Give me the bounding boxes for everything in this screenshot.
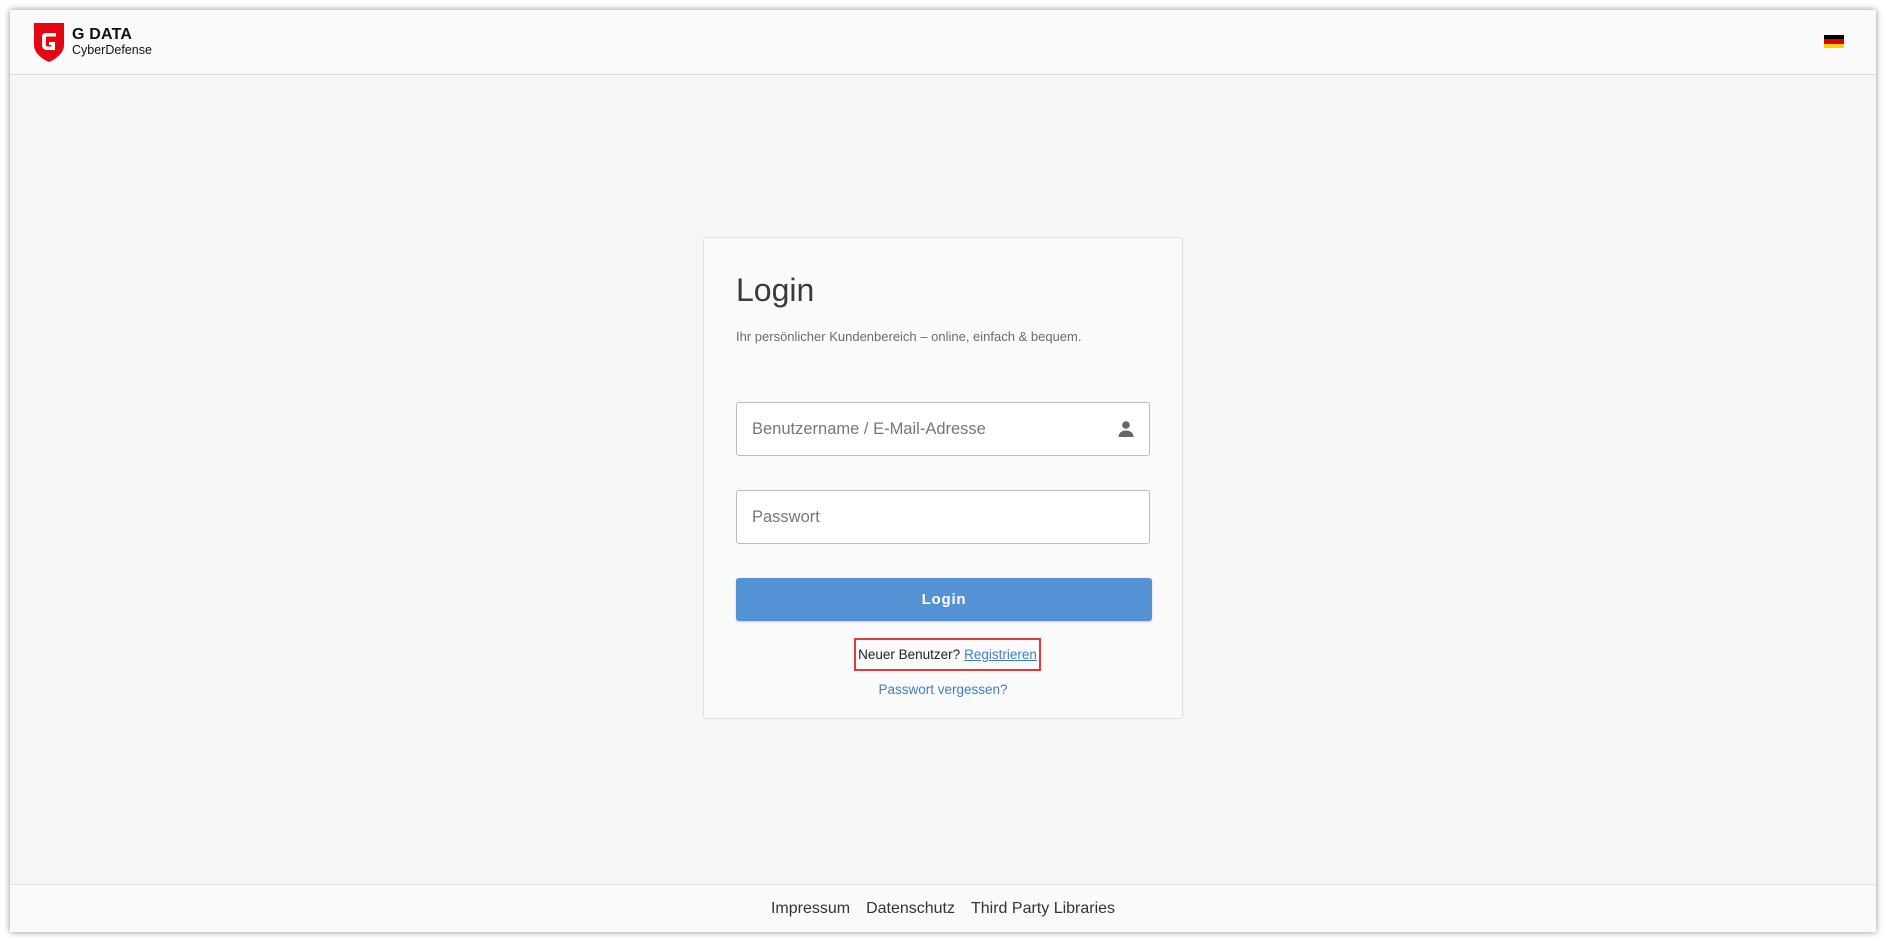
top-header: G DATA CyberDefense <box>10 10 1876 75</box>
brand-subtitle: CyberDefense <box>72 42 152 57</box>
register-prompt: Neuer Benutzer? Registrieren <box>854 638 1041 671</box>
footer-link-impressum[interactable]: Impressum <box>771 900 850 918</box>
footer-link-datenschutz[interactable]: Datenschutz <box>866 900 955 918</box>
password-input[interactable] <box>737 491 1149 543</box>
shield-logo-icon <box>32 21 66 63</box>
brand-name: G DATA <box>72 26 133 44</box>
login-button[interactable]: Login <box>736 578 1152 621</box>
user-icon <box>1117 420 1135 438</box>
footer-link-third-party-libraries[interactable]: Third Party Libraries <box>971 900 1115 918</box>
forgot-password-row: Passwort vergessen? <box>704 682 1182 697</box>
login-subtitle: Ihr persönlicher Kundenbereich – online,… <box>736 329 1082 344</box>
gdata-logo[interactable]: G DATA CyberDefense <box>32 20 152 64</box>
browser-viewport: G DATA CyberDefense Login Ihr persönlich… <box>10 10 1876 932</box>
german-flag-icon[interactable] <box>1824 35 1844 48</box>
new-user-text: Neuer Benutzer? <box>858 647 961 662</box>
forgot-password-link[interactable]: Passwort vergessen? <box>878 682 1007 697</box>
username-input[interactable] <box>737 403 1149 455</box>
login-card: Login Ihr persönlicher Kundenbereich – o… <box>703 237 1183 719</box>
page-footer: Impressum Datenschutz Third Party Librar… <box>10 884 1876 932</box>
register-link[interactable]: Registrieren <box>964 647 1037 662</box>
password-field <box>736 490 1150 544</box>
username-field <box>736 402 1150 456</box>
login-title: Login <box>736 272 815 308</box>
